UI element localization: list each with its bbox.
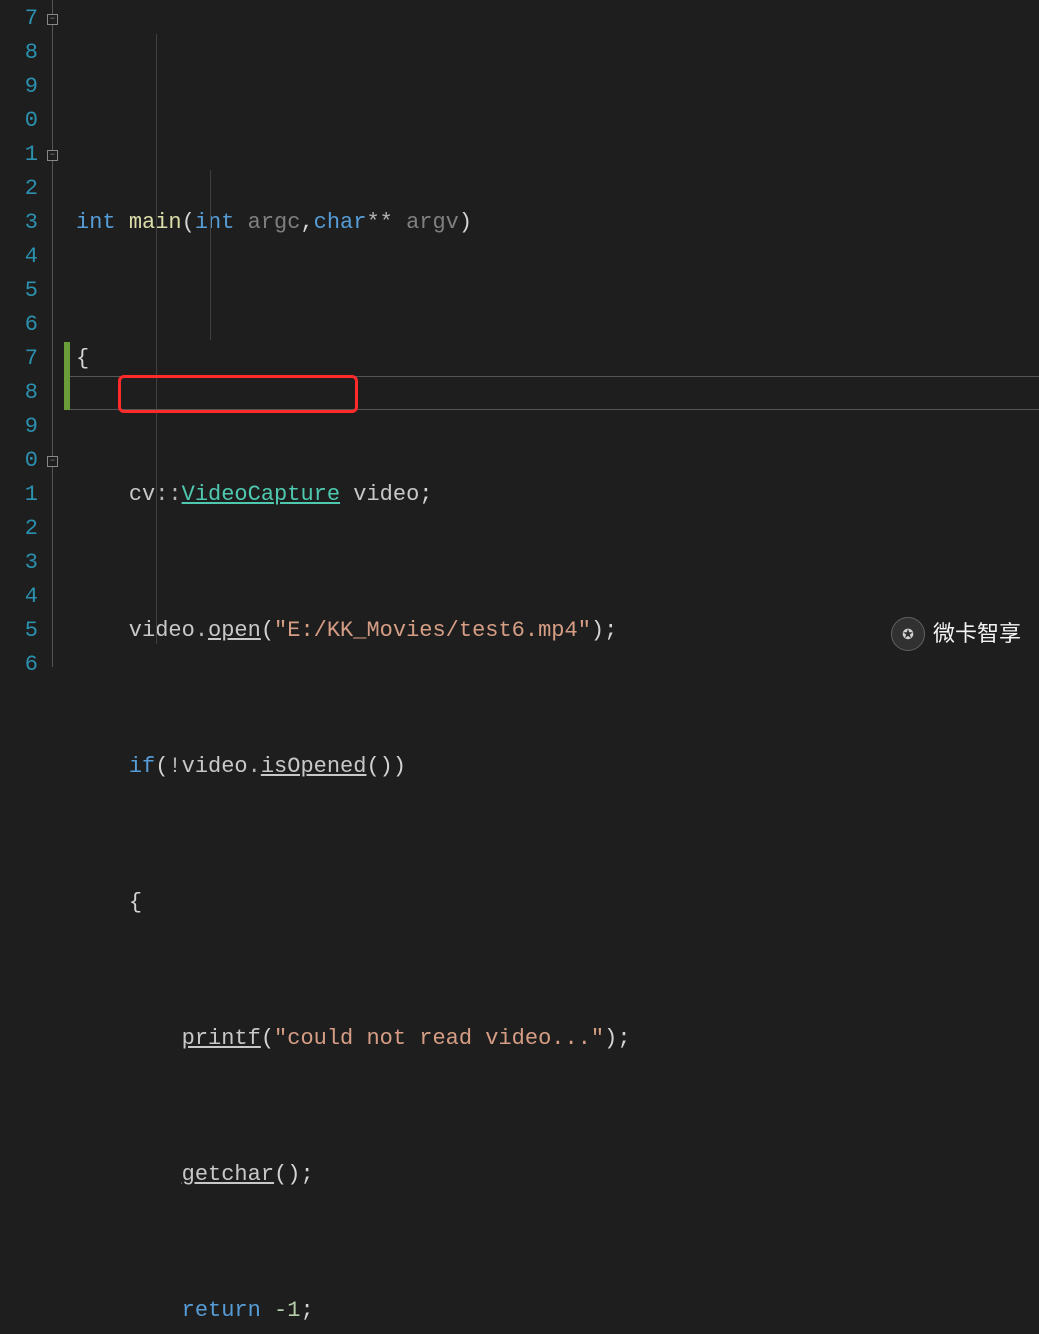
line-number: 0 (0, 104, 44, 138)
line-number: 1 (0, 138, 44, 172)
line-number: 4 (0, 240, 44, 274)
code-line[interactable]: int main(int argc,char** argv) (70, 206, 1039, 240)
code-line[interactable]: cv::VideoCapture video; (70, 478, 1039, 512)
line-number: 6 (0, 308, 44, 342)
code-line[interactable]: printf("could not read video..."); (70, 1022, 1039, 1056)
fold-toggle-icon[interactable]: − (47, 456, 58, 467)
line-number: 4 (0, 580, 44, 614)
line-number: 7 (0, 342, 44, 376)
code-line[interactable]: getchar(); (70, 1158, 1039, 1192)
line-number: 3 (0, 206, 44, 240)
line-number: 2 (0, 512, 44, 546)
code-area[interactable]: int main(int argc,char** argv) { cv::Vid… (70, 0, 1039, 667)
code-editor[interactable]: 7 8 9 0 1 2 3 4 5 6 7 8 9 0 1 2 3 4 5 6 … (0, 0, 1039, 667)
fold-toggle-icon[interactable]: − (47, 150, 58, 161)
line-number: 1 (0, 478, 44, 512)
line-number: 9 (0, 410, 44, 444)
line-number: 5 (0, 614, 44, 648)
line-number: 7 (0, 2, 44, 36)
code-line[interactable]: { (70, 886, 1039, 920)
code-line[interactable]: if(!video.isOpened()) (70, 750, 1039, 784)
indent-guide (210, 170, 211, 340)
line-number: 0 (0, 444, 44, 478)
line-number: 2 (0, 172, 44, 206)
code-line[interactable]: return -1; (70, 1294, 1039, 1328)
line-number: 5 (0, 274, 44, 308)
watermark-text: 微卡智享 (933, 617, 1021, 651)
line-number: 6 (0, 648, 44, 682)
fold-column: − − − (44, 0, 64, 667)
code-line[interactable]: { (70, 342, 1039, 376)
line-number: 9 (0, 70, 44, 104)
indent-guide (156, 34, 157, 644)
line-number: 3 (0, 546, 44, 580)
watermark: ✪ 微卡智享 (891, 617, 1021, 651)
wechat-icon: ✪ (891, 617, 925, 651)
fold-toggle-icon[interactable]: − (47, 14, 58, 25)
line-number-gutter: 7 8 9 0 1 2 3 4 5 6 7 8 9 0 1 2 3 4 5 6 (0, 0, 44, 667)
line-number: 8 (0, 376, 44, 410)
line-number: 8 (0, 36, 44, 70)
current-line-highlight (70, 376, 1039, 410)
